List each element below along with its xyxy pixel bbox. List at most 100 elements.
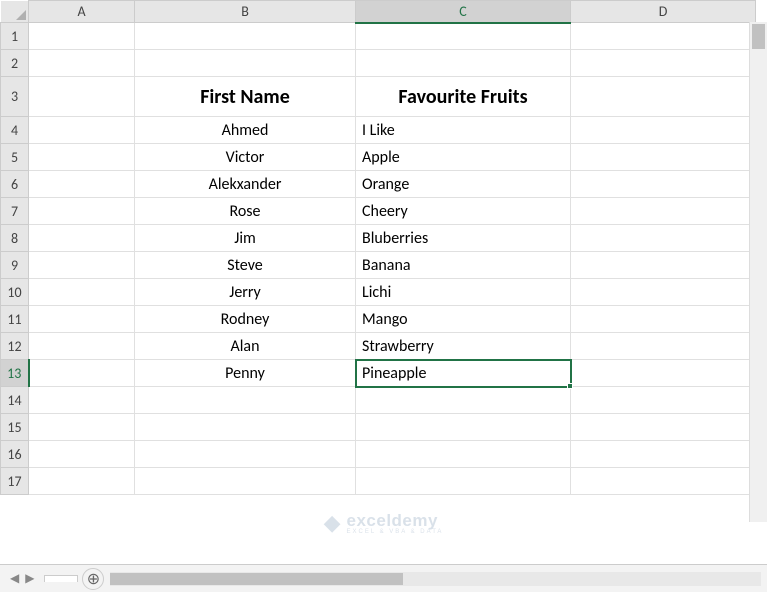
cell[interactable]: [571, 77, 756, 117]
cell[interactable]: [29, 225, 135, 252]
cell[interactable]: [571, 144, 756, 171]
col-header-c[interactable]: C: [356, 1, 571, 23]
scrollbar-thumb[interactable]: [752, 24, 765, 49]
table-cell[interactable]: Mango: [356, 306, 571, 333]
cell[interactable]: [29, 198, 135, 225]
cell[interactable]: [571, 306, 756, 333]
cell[interactable]: [29, 77, 135, 117]
cell[interactable]: [29, 50, 135, 77]
cell[interactable]: [356, 50, 571, 77]
table-header-fruits[interactable]: Favourite Fruits: [356, 77, 571, 117]
table-cell[interactable]: Victor: [135, 144, 356, 171]
cell[interactable]: [571, 360, 756, 387]
table-cell[interactable]: Penny: [135, 360, 356, 387]
cell[interactable]: [571, 50, 756, 77]
cell[interactable]: [135, 50, 356, 77]
cell[interactable]: [29, 171, 135, 198]
row-header[interactable]: 3: [1, 77, 29, 117]
row-header[interactable]: 9: [1, 252, 29, 279]
cell[interactable]: [135, 23, 356, 50]
active-cell[interactable]: Pineapple: [356, 360, 571, 387]
row-header[interactable]: 10: [1, 279, 29, 306]
table-cell[interactable]: I Like: [356, 117, 571, 144]
new-sheet-button[interactable]: ⊕: [82, 568, 104, 590]
row-header[interactable]: 1: [1, 23, 29, 50]
cell[interactable]: [29, 387, 135, 414]
cell[interactable]: [571, 414, 756, 441]
cell[interactable]: [356, 387, 571, 414]
cell[interactable]: [571, 387, 756, 414]
cell[interactable]: [135, 387, 356, 414]
cell[interactable]: [29, 279, 135, 306]
row-header[interactable]: 15: [1, 414, 29, 441]
table-cell[interactable]: Alekxander: [135, 171, 356, 198]
cell[interactable]: [29, 414, 135, 441]
cell[interactable]: [571, 333, 756, 360]
table-cell[interactable]: Rodney: [135, 306, 356, 333]
select-all-corner[interactable]: [1, 1, 29, 23]
cell[interactable]: [571, 468, 756, 495]
watermark: ◆ exceldemy EXCEL & VBA & DATA: [0, 510, 767, 536]
cell[interactable]: [29, 252, 135, 279]
row-header[interactable]: 8: [1, 225, 29, 252]
row-header[interactable]: 13: [1, 360, 29, 387]
row-header[interactable]: 12: [1, 333, 29, 360]
cell[interactable]: [356, 441, 571, 468]
cell[interactable]: [29, 117, 135, 144]
row-header[interactable]: 7: [1, 198, 29, 225]
cell[interactable]: [29, 306, 135, 333]
row-header[interactable]: 2: [1, 50, 29, 77]
table-header-firstname[interactable]: First Name: [135, 77, 356, 117]
fill-handle[interactable]: [567, 383, 573, 389]
table-cell[interactable]: Bluberries: [356, 225, 571, 252]
table-cell[interactable]: Jim: [135, 225, 356, 252]
cell[interactable]: [29, 441, 135, 468]
table-cell[interactable]: Lichi: [356, 279, 571, 306]
cell[interactable]: [29, 144, 135, 171]
cell[interactable]: [356, 414, 571, 441]
row-header[interactable]: 6: [1, 171, 29, 198]
cell[interactable]: [135, 441, 356, 468]
sheet-tab[interactable]: [44, 575, 78, 582]
table-cell[interactable]: Orange: [356, 171, 571, 198]
col-header-d[interactable]: D: [571, 1, 756, 23]
cell[interactable]: [571, 441, 756, 468]
cell[interactable]: [29, 360, 135, 387]
row-header[interactable]: 4: [1, 117, 29, 144]
table-cell[interactable]: Jerry: [135, 279, 356, 306]
row-header[interactable]: 5: [1, 144, 29, 171]
table-cell[interactable]: Banana: [356, 252, 571, 279]
table-cell[interactable]: Steve: [135, 252, 356, 279]
tab-nav-prev-icon[interactable]: ◀: [10, 571, 19, 586]
row-header[interactable]: 16: [1, 441, 29, 468]
row-header[interactable]: 11: [1, 306, 29, 333]
cell[interactable]: [29, 23, 135, 50]
cell[interactable]: [29, 333, 135, 360]
table-cell[interactable]: Alan: [135, 333, 356, 360]
table-cell[interactable]: Apple: [356, 144, 571, 171]
cell[interactable]: [571, 171, 756, 198]
cell[interactable]: [356, 468, 571, 495]
scrollbar-thumb[interactable]: [110, 573, 403, 585]
table-cell[interactable]: Cheery: [356, 198, 571, 225]
cell[interactable]: [571, 23, 756, 50]
table-cell[interactable]: Rose: [135, 198, 356, 225]
horizontal-scrollbar[interactable]: [110, 572, 761, 586]
cell[interactable]: [29, 468, 135, 495]
cell[interactable]: [135, 468, 356, 495]
cell[interactable]: [571, 225, 756, 252]
col-header-a[interactable]: A: [29, 1, 135, 23]
cell[interactable]: [571, 117, 756, 144]
table-cell[interactable]: Ahmed: [135, 117, 356, 144]
tab-nav-next-icon[interactable]: ▶: [25, 571, 34, 586]
vertical-scrollbar[interactable]: [749, 22, 767, 522]
table-cell[interactable]: Strawberry: [356, 333, 571, 360]
cell[interactable]: [571, 252, 756, 279]
cell[interactable]: [571, 198, 756, 225]
cell[interactable]: [571, 279, 756, 306]
row-header[interactable]: 14: [1, 387, 29, 414]
cell[interactable]: [135, 414, 356, 441]
cell[interactable]: [356, 23, 571, 50]
row-header[interactable]: 17: [1, 468, 29, 495]
col-header-b[interactable]: B: [135, 1, 356, 23]
